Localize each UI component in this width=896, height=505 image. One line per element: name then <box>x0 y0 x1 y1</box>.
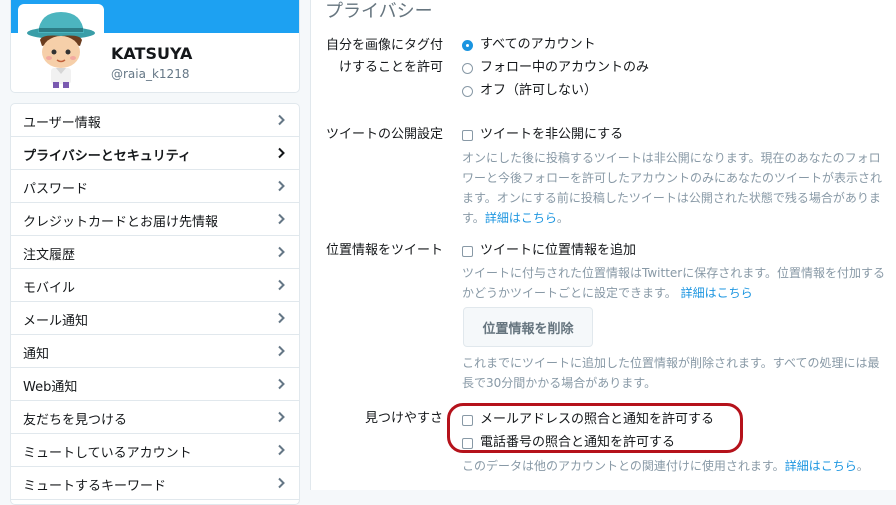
photo-tagging-option-off[interactable]: オフ（許可しない） <box>462 81 597 101</box>
chevron-right-icon <box>278 411 285 423</box>
radio-button[interactable] <box>462 85 473 97</box>
chevron-right-icon <box>278 147 285 159</box>
photo-tagging-option-label: フォロー中のアカウントのみ <box>480 60 650 75</box>
help-text: 。 <box>556 211 569 225</box>
checkbox[interactable] <box>462 414 473 426</box>
nav-item-web-notifications[interactable]: Web通知 <box>11 368 299 401</box>
photo-tagging-label-line1: 自分を画像にタグ付 <box>325 38 443 53</box>
help-line: これまでにツイートに追加した位置情報が削除されます。すべての処理には最 <box>462 356 880 370</box>
help-line: オンにした後に投稿するツイートは非公開になります。現在のあなたのフォロ <box>462 151 881 165</box>
tweet-privacy-help: オンにした後に投稿するツイートは非公開になります。現在のあなたのフォロ ワーと今… <box>462 148 882 228</box>
nav-item-muted-accounts[interactable]: ミュートしているアカウント <box>11 434 299 467</box>
nav-item-user-info[interactable]: ユーザー情報 <box>11 104 299 137</box>
nav-item-privacy-security[interactable]: プライバシーとセキュリティ <box>11 137 299 170</box>
avatar[interactable] <box>18 4 104 90</box>
chevron-right-icon <box>278 213 285 225</box>
help-line: ワーと今後フォローを許可したアカウントのみにあなたのツイートが表示され <box>462 171 883 185</box>
tweet-privacy-label: ツイートの公開設定 <box>325 127 443 142</box>
help-line: かどうかツイートごとに設定できます。 詳細はこちら <box>462 283 885 303</box>
photo-tagging-option-following[interactable]: フォロー中のアカウントのみ <box>462 58 649 78</box>
location-help: ツイートに付与された位置情報はTwitterに保存されます。位置情報を付加する … <box>462 263 885 303</box>
nav-item-cards-shipping[interactable]: クレジットカードとお届け先情報 <box>11 203 299 236</box>
nav-item-label: プライバシーとセキュリティ <box>23 149 191 164</box>
discoverability-label: 見つけやすさ <box>364 411 443 426</box>
photo-tagging-label-line2: けすることを許可 <box>338 60 443 75</box>
display-name[interactable]: KATSUYA <box>111 44 192 63</box>
photo-tagging-option-label: すべてのアカウント <box>480 37 596 52</box>
chevron-right-icon <box>278 378 285 390</box>
email-discoverability-option[interactable]: メールアドレスの照合と通知を許可する <box>462 410 714 430</box>
learn-more-link[interactable]: 詳細はこちら <box>485 211 557 225</box>
photo-tagging-option-all[interactable]: すべてのアカウント <box>462 35 596 55</box>
help-line: ツイートに付与された位置情報はTwitterに保存されます。位置情報を付加する <box>462 266 886 280</box>
nav-item-label: ユーザー情報 <box>23 116 101 131</box>
add-location-label: ツイートに位置情報を追加 <box>480 243 637 258</box>
nav-item-label: パスワード <box>23 182 89 197</box>
nav-item-notifications[interactable]: 通知 <box>11 335 299 368</box>
checkbox[interactable] <box>462 129 473 141</box>
profile-card: KATSUYA @raia_k1218 <box>10 0 300 93</box>
nav-item-label: クレジットカードとお届け先情報 <box>23 215 219 230</box>
nav-item-order-history[interactable]: 注文履歴 <box>11 236 299 269</box>
nav-item-find-friends[interactable]: 友だちを見つける <box>11 401 299 434</box>
nav-item-label: Web通知 <box>23 380 78 395</box>
nav-item-label: メール通知 <box>23 314 89 329</box>
phone-discoverability-option[interactable]: 電話番号の照合と通知を許可する <box>462 433 675 453</box>
phone-discoverability-label: 電話番号の照合と通知を許可する <box>480 435 676 450</box>
chevron-right-icon <box>278 477 285 489</box>
learn-more-link[interactable]: 詳細はこちら <box>785 459 857 473</box>
nav-item-muted-words[interactable]: ミュートするキーワード <box>11 467 299 500</box>
nav-item-label: モバイル <box>23 281 76 296</box>
photo-tagging-label: 自分を画像にタグ付 けすることを許可 <box>325 35 443 79</box>
avatar-illustration <box>20 6 102 88</box>
nav-item-label: 友だちを見つける <box>23 413 128 428</box>
protect-tweets-option[interactable]: ツイートを非公開にする <box>462 125 623 145</box>
settings-content: プライバシー 自分を画像にタグ付 けすることを許可 すべてのアカウント フォロー… <box>310 0 896 490</box>
checkbox[interactable] <box>462 437 473 449</box>
help-line: す。詳細はこちら。 <box>462 208 882 228</box>
radio-button[interactable] <box>462 62 473 74</box>
photo-tagging-option-label: オフ（許可しない） <box>480 83 598 98</box>
nav-item-label: 通知 <box>23 347 50 362</box>
nav-item-label: 注文履歴 <box>23 248 76 263</box>
location-label: 位置情報をツイート <box>325 243 443 258</box>
screen-name: @raia_k1218 <box>111 67 190 81</box>
nav-item-email-notifications[interactable]: メール通知 <box>11 302 299 335</box>
chevron-right-icon <box>278 279 285 291</box>
chevron-right-icon <box>278 444 285 456</box>
nav-item-mobile[interactable]: モバイル <box>11 269 299 302</box>
help-text: かどうかツイートごとに設定できます。 <box>462 286 677 300</box>
help-text: す。 <box>462 211 485 225</box>
chevron-right-icon <box>278 312 285 324</box>
delete-location-help: これまでにツイートに追加した位置情報が削除されます。すべての処理には最 長で30… <box>462 353 879 393</box>
help-line: ます。オンにする前に投稿したツイートは公開された状態で残る場合がありま <box>462 191 881 205</box>
discoverability-help: このデータは他のアカウントとの関連付けに使用されます。詳細はこちら。 <box>462 456 869 476</box>
email-discoverability-label: メールアドレスの照合と通知を許可する <box>480 412 715 427</box>
help-text: このデータは他のアカウントとの関連付けに使用されます。 <box>462 459 785 473</box>
nav-item-label: ミュートするキーワード <box>23 479 167 494</box>
help-text: 。 <box>856 459 869 473</box>
delete-location-button[interactable]: 位置情報を削除 <box>463 307 593 347</box>
learn-more-link[interactable]: 詳細はこちら <box>681 286 753 300</box>
protect-tweets-label: ツイートを非公開にする <box>480 127 624 142</box>
add-location-option[interactable]: ツイートに位置情報を追加 <box>462 241 636 261</box>
chevron-right-icon <box>278 345 285 357</box>
chevron-right-icon <box>278 114 285 126</box>
nav-item-password[interactable]: パスワード <box>11 170 299 203</box>
chevron-right-icon <box>278 246 285 258</box>
chevron-right-icon <box>278 180 285 192</box>
radio-button[interactable] <box>462 39 473 51</box>
page-title: プライバシー <box>325 1 433 22</box>
checkbox[interactable] <box>462 245 473 257</box>
settings-nav: ユーザー情報 プライバシーとセキュリティ パスワード クレジットカードとお届け先… <box>10 103 300 505</box>
nav-item-label: ミュートしているアカウント <box>23 446 192 461</box>
help-line: 長で30分間かかる場合があります。 <box>462 376 657 390</box>
